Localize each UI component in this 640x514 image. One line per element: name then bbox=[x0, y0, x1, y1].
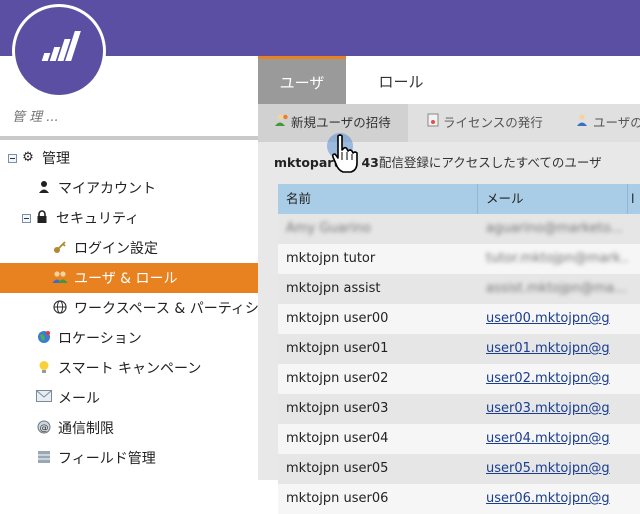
marketo-logo[interactable] bbox=[12, 4, 106, 98]
tree-item-security[interactable]: セキュリティ bbox=[0, 203, 280, 233]
key-icon bbox=[52, 240, 68, 256]
cell-partial bbox=[628, 244, 640, 274]
table-row[interactable]: Amy Guarino aguarino@marketo... bbox=[278, 214, 640, 244]
cell-email[interactable]: user04.mktojpn@g bbox=[478, 424, 628, 454]
database-icon bbox=[36, 450, 52, 466]
cell-name: mktojpn tutor bbox=[286, 251, 376, 266]
collapse-toggle-icon[interactable] bbox=[22, 213, 31, 223]
table-row[interactable]: mktojpn user04 user04.mktojpn@g bbox=[278, 424, 640, 454]
cell-partial bbox=[628, 394, 640, 424]
cell-email[interactable]: user02.mktojpn@g bbox=[478, 364, 628, 394]
cell-partial bbox=[628, 484, 640, 514]
at-sign-icon: @ bbox=[36, 420, 52, 436]
toolbar: 新規ユーザの招待 ライセンスの発行 ユーザの bbox=[258, 104, 640, 142]
column-header-email[interactable]: メール bbox=[478, 184, 628, 214]
collapse-toggle-icon[interactable] bbox=[8, 153, 17, 163]
cell-partial bbox=[628, 274, 640, 304]
person-icon bbox=[36, 180, 52, 196]
cell-email[interactable]: user00.mktojpn@g bbox=[478, 304, 628, 334]
table-row[interactable]: mktojpn user06 user06.mktojpn@g bbox=[278, 484, 640, 514]
svg-text:@: @ bbox=[40, 424, 49, 434]
users-icon bbox=[576, 113, 590, 127]
table-row[interactable]: mktojpn assist assist.mktojpn@ma... bbox=[278, 274, 640, 304]
cell-partial bbox=[628, 334, 640, 364]
table-row[interactable]: mktojpn user03 user03.mktojpn@g bbox=[278, 394, 640, 424]
cell-name: mktojpn user06 bbox=[286, 491, 389, 506]
lightbulb-icon bbox=[36, 360, 52, 376]
cell-name: mktojpn user02 bbox=[286, 371, 389, 386]
hand-pointer-cursor-icon bbox=[326, 130, 366, 184]
email-icon bbox=[36, 390, 52, 406]
cell-name: mktojpn user01 bbox=[286, 341, 389, 356]
tab-roles[interactable]: ロール bbox=[346, 56, 456, 104]
table-row[interactable]: mktojpn user01 user01.mktojpn@g bbox=[278, 334, 640, 364]
cell-email: tutor.mktojpn@mark... bbox=[486, 251, 628, 266]
cell-name: mktojpn user00 bbox=[286, 311, 389, 326]
grid-header: 名前 メール l bbox=[278, 184, 640, 214]
tree-item-location[interactable]: ロケーション bbox=[0, 323, 294, 353]
cell-name: Amy Guarino bbox=[286, 221, 371, 236]
gear-icon: ⚙ bbox=[22, 150, 34, 165]
tree-item-communication-limits[interactable]: @ 通信制限 bbox=[0, 413, 294, 443]
tab-bar: ユーザ ロール bbox=[258, 56, 640, 104]
tree-item-field-management[interactable]: フィールド管理 bbox=[0, 443, 294, 473]
lock-icon bbox=[34, 210, 50, 226]
tree-item-my-account[interactable]: マイアカウント bbox=[0, 173, 294, 203]
cell-email[interactable]: user01.mktojpn@g bbox=[478, 334, 628, 364]
issue-license-button[interactable]: ライセンスの発行 bbox=[426, 104, 543, 142]
license-icon bbox=[426, 113, 440, 127]
cell-partial bbox=[628, 424, 640, 454]
cell-email[interactable]: user03.mktojpn@g bbox=[478, 394, 628, 424]
table-row[interactable]: mktojpn user02 user02.mktojpn@g bbox=[278, 364, 640, 394]
tab-users[interactable]: ユーザ bbox=[258, 56, 346, 104]
user-add-icon bbox=[274, 113, 288, 127]
cell-email: assist.mktojpn@ma... bbox=[486, 281, 627, 296]
users-icon bbox=[52, 270, 68, 286]
cell-name: mktojpn user03 bbox=[286, 401, 389, 416]
table-row[interactable]: mktojpn user00 user00.mktojpn@g bbox=[278, 304, 640, 334]
subscription-heading: mktopart 43配信登録にアクセスしたすべてのユーザ bbox=[274, 155, 602, 170]
cell-email: aguarino@marketo... bbox=[486, 221, 623, 236]
main-panel: ユーザ ロール 新規ユーザの招待 ライセンスの発行 ユーザの mktopart 4… bbox=[258, 56, 640, 514]
tree-item-smart-campaign[interactable]: スマート キャンペーン bbox=[0, 353, 294, 383]
user-menu-button[interactable]: ユーザの bbox=[576, 104, 640, 142]
cell-name: mktojpn assist bbox=[286, 281, 381, 296]
cell-partial bbox=[628, 364, 640, 394]
location-globe-icon bbox=[36, 330, 52, 346]
cell-partial bbox=[628, 304, 640, 334]
sidebar-search[interactable] bbox=[0, 98, 258, 140]
column-header-partial[interactable]: l bbox=[628, 184, 640, 214]
cell-partial bbox=[628, 214, 640, 244]
column-header-name[interactable]: 名前 bbox=[278, 184, 478, 214]
table-row[interactable]: mktojpn tutor tutor.mktojpn@mark... bbox=[278, 244, 640, 274]
search-input[interactable] bbox=[0, 98, 252, 136]
cell-name: mktojpn user04 bbox=[286, 431, 389, 446]
cell-email[interactable]: user06.mktojpn@g bbox=[478, 484, 628, 514]
tree-item-email[interactable]: メール bbox=[0, 383, 294, 413]
tree-item-admin[interactable]: ⚙ 管理 bbox=[0, 143, 266, 173]
globe-icon bbox=[52, 300, 68, 316]
